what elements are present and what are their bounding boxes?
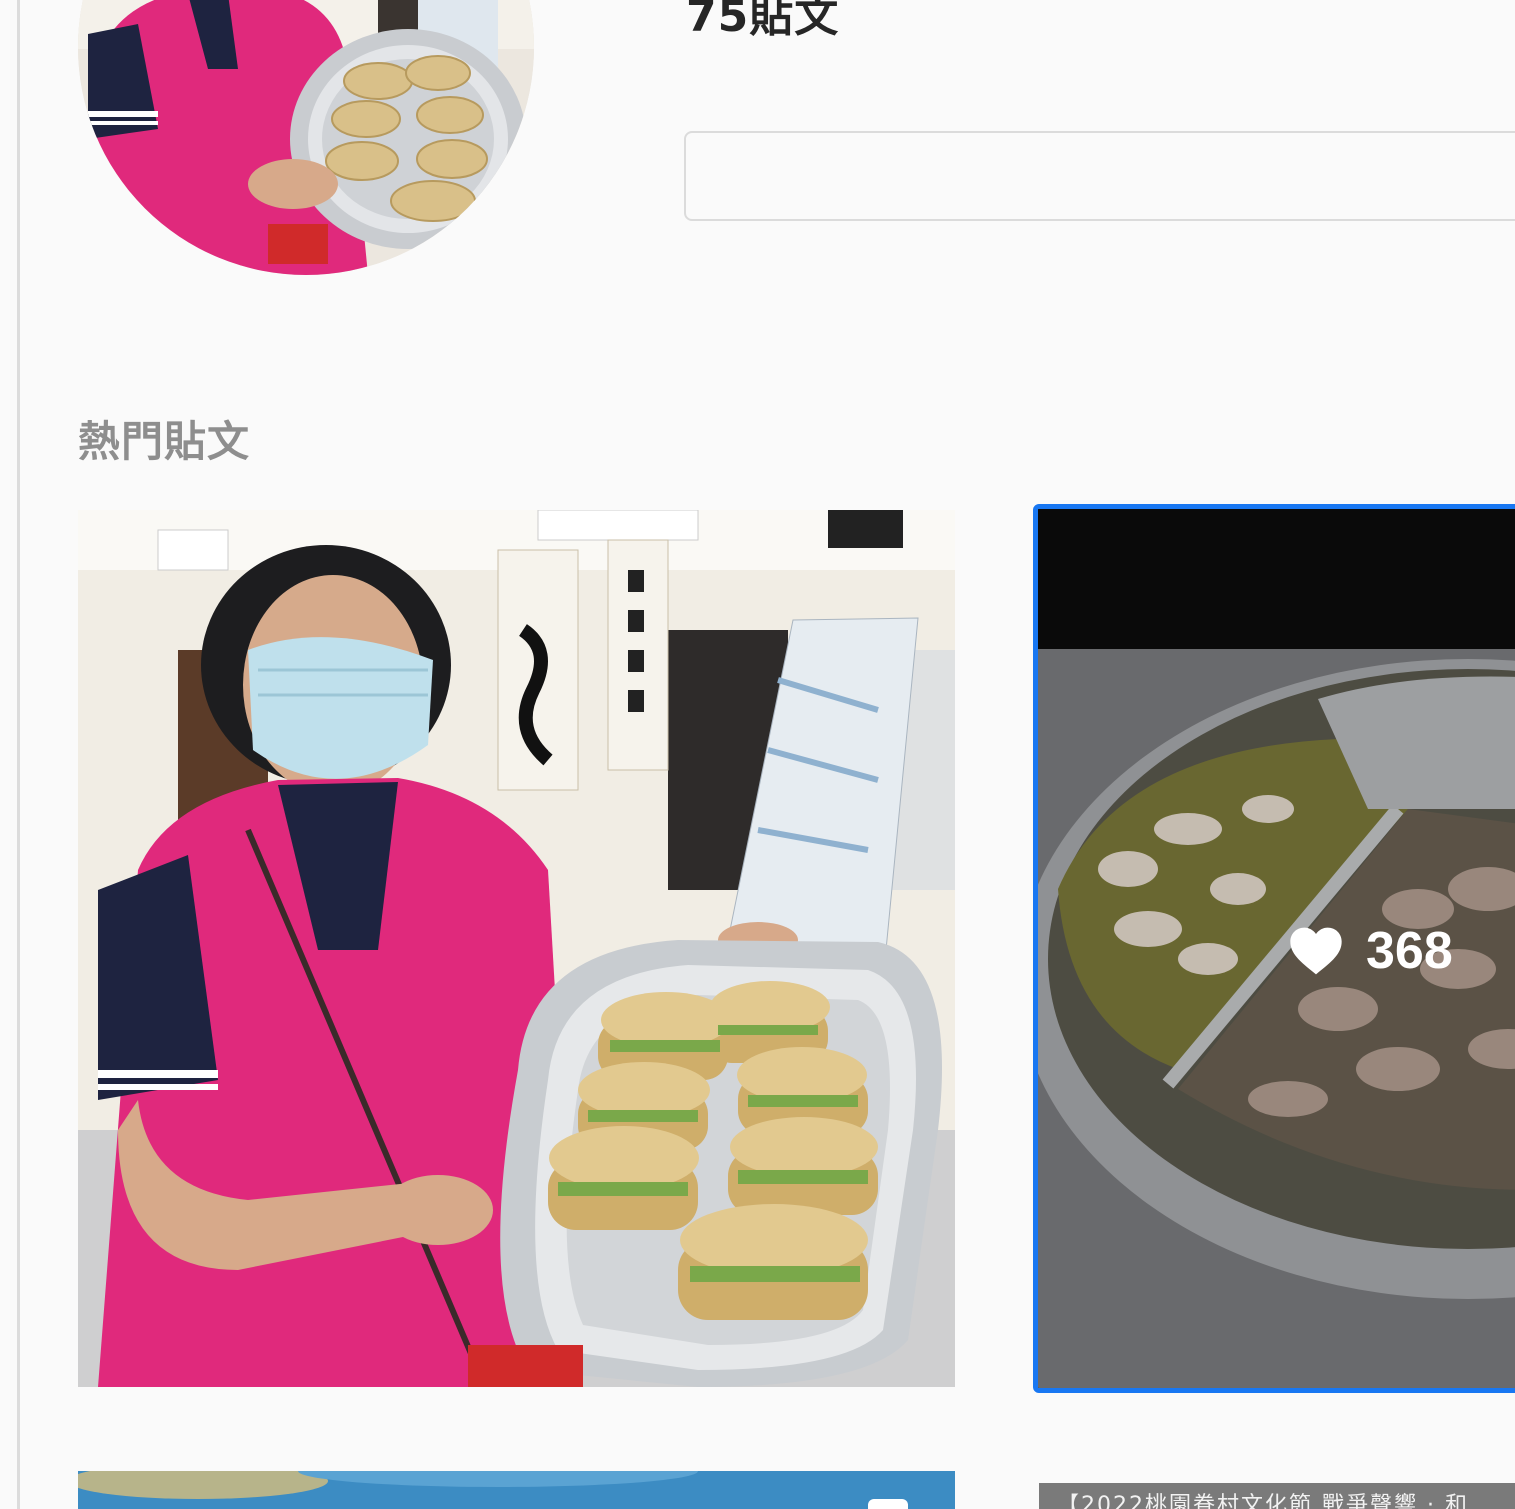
popular-post-2[interactable]: 368: [1033, 504, 1515, 1393]
post-photo: [78, 510, 955, 1387]
popular-post-3[interactable]: [78, 1471, 955, 1509]
popular-post-1[interactable]: [78, 510, 955, 1387]
profile-page: 75貼文 熱門貼文 368 【2022桃園眷村文化節 戰爭聲響 · 和: [0, 0, 1515, 1509]
post-caption: 【2022桃園眷村文化節 戰爭聲響 · 和: [1057, 1493, 1469, 1509]
post-photo: [78, 1471, 955, 1509]
popular-posts-title: 熱門貼文: [78, 417, 251, 466]
page-divider: [17, 0, 20, 1509]
profile-avatar[interactable]: [78, 0, 534, 275]
heart-icon: [1290, 927, 1342, 975]
like-overlay: 368: [1288, 921, 1453, 981]
avatar-photo: [78, 0, 534, 275]
post-count: 75貼文: [686, 0, 840, 42]
like-count: 368: [1366, 922, 1453, 980]
bio-box: [684, 131, 1515, 221]
popular-post-4[interactable]: 【2022桃園眷村文化節 戰爭聲響 · 和: [1039, 1483, 1515, 1509]
